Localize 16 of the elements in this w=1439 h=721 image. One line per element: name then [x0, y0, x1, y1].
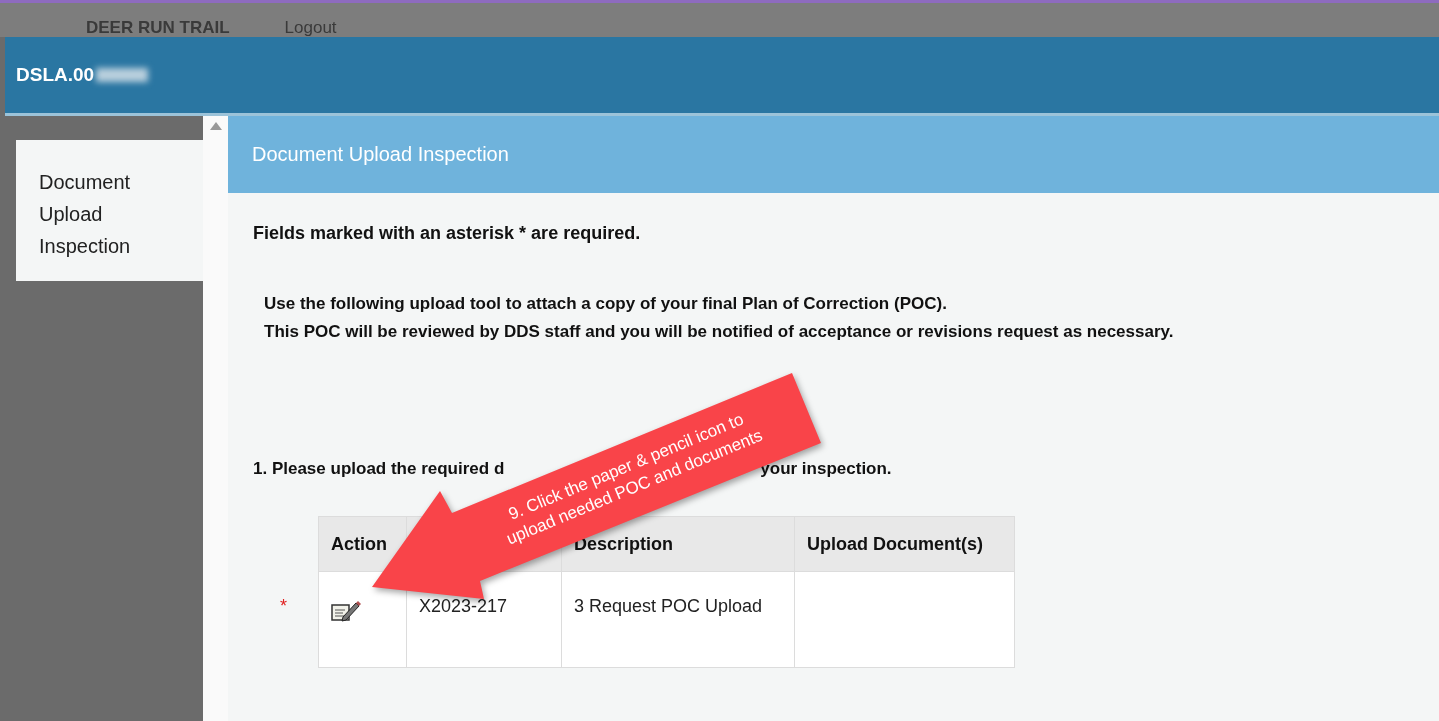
sidebar-item[interactable]: Document Upload Inspection: [16, 140, 203, 281]
step-text: 1. Please upload the required d: [253, 459, 505, 479]
column-header: Action: [318, 516, 407, 572]
page-title: Document Upload Inspection: [252, 143, 509, 166]
table-cell: 3 Request POC Upload: [561, 571, 795, 668]
column-header: Upload Document(s): [794, 516, 1015, 572]
record-id: DSLA.00: [16, 64, 95, 86]
required-asterisk: *: [279, 596, 288, 617]
site-name: DEER RUN TRAIL: [86, 19, 230, 36]
redacted-mark: [96, 68, 149, 82]
instruction-text: This POC will be reviewed by DDS staff and you will be notified of acceptance or revisions request as necessary.: [264, 322, 1175, 342]
required-note: Fields marked with an asterisk * are required.: [253, 223, 642, 244]
scroll-up-icon[interactable]: [209, 122, 222, 130]
edit-document-icon[interactable]: [331, 600, 361, 622]
instruction-text: Use the following upload tool to attach a copy of your final Plan of Correction (POC).: [264, 294, 948, 314]
step-text: your inspection.: [760, 459, 892, 479]
